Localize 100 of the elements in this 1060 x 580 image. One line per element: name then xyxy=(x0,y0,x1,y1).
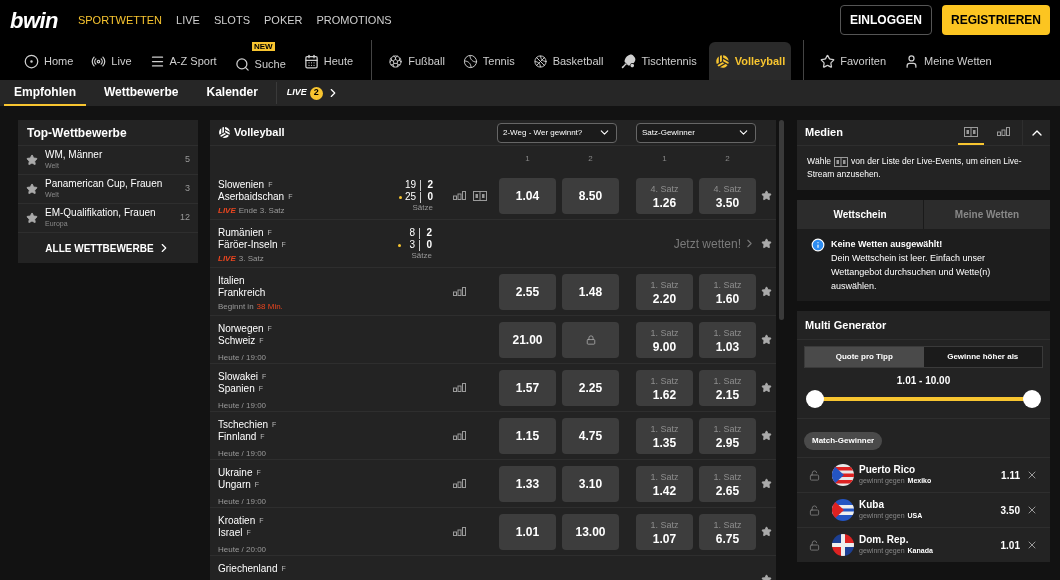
set-odds-button[interactable]: 1. Satz 1.35 xyxy=(636,417,693,454)
star-icon[interactable] xyxy=(26,212,38,224)
set-odds-button[interactable]: 4. Satz 3.50 xyxy=(699,177,756,214)
main-nav-link[interactable]: SPORTWETTEN xyxy=(77,11,163,29)
favorite-star-icon[interactable] xyxy=(760,238,772,249)
sport-nav-tab[interactable]: Favoriten xyxy=(814,42,893,80)
favorite-star-icon[interactable] xyxy=(760,334,772,345)
set-odds-button[interactable]: 1. Satz 2.20 xyxy=(636,273,693,310)
set-odds-button[interactable]: 1. Satz 2.15 xyxy=(699,369,756,406)
event-row[interactable]: Italien Frankreich Beginnt in 38 Min. 2.55 1.48 1. Satz 2.20 1. Satz 1.60 xyxy=(210,268,776,316)
stats-icon[interactable] xyxy=(996,127,1010,136)
sub-nav-tab[interactable]: Empfohlen xyxy=(4,80,86,106)
sport-nav-tab[interactable]: Volleyball xyxy=(708,42,792,80)
remove-icon[interactable] xyxy=(1026,539,1038,551)
betslip-tab[interactable]: Meine Wetten xyxy=(923,200,1050,229)
star-icon[interactable] xyxy=(26,183,38,195)
live-tab[interactable]: LIVE 2 xyxy=(275,82,350,104)
market-select[interactable]: Satz-Gewinner xyxy=(636,122,756,143)
slider-thumb[interactable] xyxy=(1023,390,1041,408)
market-select[interactable]: 2-Weg - Wer gewinnt? xyxy=(497,122,617,143)
favorite-star-icon[interactable] xyxy=(760,286,772,297)
slider-thumb[interactable] xyxy=(806,390,824,408)
team-name: Färöer-Inseln xyxy=(218,239,278,251)
sub-nav-tab[interactable]: Kalender xyxy=(196,80,268,106)
sport-nav-tab[interactable]: Tischtennis xyxy=(615,42,703,80)
favorite-star-icon[interactable] xyxy=(760,382,772,393)
betslip-tab[interactable]: Wettschein xyxy=(797,200,923,229)
remove-icon[interactable] xyxy=(1026,469,1038,481)
logo[interactable]: bwin xyxy=(10,3,58,37)
set-odds-button[interactable]: 1. Satz 9.00 xyxy=(636,321,693,358)
login-button[interactable]: EINLOGGEN xyxy=(839,5,932,35)
odds-button[interactable]: 1.48 xyxy=(562,273,619,310)
set-odds-button[interactable]: 1. Satz 2.95 xyxy=(699,417,756,454)
sport-nav-tab[interactable]: Heute xyxy=(297,42,360,80)
odds-button[interactable]: 1.57 xyxy=(499,369,556,406)
ping-pong-paddle-icon xyxy=(621,53,637,69)
favorite-star-icon[interactable] xyxy=(760,430,772,441)
set-odds-button[interactable]: 1. Satz 1.62 xyxy=(636,369,693,406)
market-chip[interactable]: Match-Gewinner xyxy=(804,432,883,450)
stats-icon[interactable] xyxy=(453,191,466,200)
stats-icon[interactable] xyxy=(453,431,466,440)
stats-icon[interactable] xyxy=(453,527,466,536)
mode-tab[interactable]: Gewinne höher als xyxy=(923,347,1042,367)
set-odds-button[interactable]: 1. Satz 1.07 xyxy=(636,513,693,550)
scoreboard-icon[interactable] xyxy=(473,190,487,201)
odds-button[interactable]: 2.25 xyxy=(562,369,619,406)
flag-icon xyxy=(832,499,854,521)
team-name: Kuba xyxy=(859,499,885,510)
sport-nav-tab[interactable]: Suche xyxy=(228,51,292,80)
set-odds-button[interactable]: 1. Satz 1.03 xyxy=(699,321,756,358)
register-button[interactable]: REGISTRIEREN xyxy=(942,5,1050,35)
sport-nav-tab[interactable]: Live xyxy=(85,42,138,80)
sport-nav-tab[interactable]: Fußball xyxy=(382,42,451,80)
all-competitions-link[interactable]: ALLE WETTBEWERBE xyxy=(18,233,198,263)
sport-nav-tab[interactable]: Tennis xyxy=(456,42,521,80)
set-odds-button[interactable]: 1. Satz 6.75 xyxy=(699,513,756,550)
main-nav-link[interactable]: LIVE xyxy=(176,11,200,29)
odds-button[interactable]: 1.15 xyxy=(499,417,556,454)
odds-button[interactable]: 4.75 xyxy=(562,417,619,454)
unlocked-padlock-icon[interactable] xyxy=(809,539,820,551)
bet-now-link[interactable]: Jetzt wetten! xyxy=(498,234,756,253)
points-score: 25 xyxy=(404,191,416,203)
favorite-star-icon[interactable] xyxy=(760,478,772,489)
start-time: Heute / 19:00 xyxy=(218,401,267,410)
pick-odds: 1.01 xyxy=(1000,538,1020,553)
stats-icon[interactable] xyxy=(453,479,466,488)
odds-button[interactable]: 8.50 xyxy=(562,177,619,214)
stats-icon[interactable] xyxy=(453,383,466,392)
scoreboard-icon[interactable] xyxy=(834,156,849,167)
odds-button[interactable]: 3.10 xyxy=(562,465,619,502)
mode-tab[interactable]: Quote pro Tipp xyxy=(805,347,924,367)
unlocked-padlock-icon[interactable] xyxy=(809,504,820,516)
odds-button[interactable]: 1.01 xyxy=(499,513,556,550)
set-odds-button[interactable]: 4. Satz 1.26 xyxy=(636,177,693,214)
column-label: 2 xyxy=(724,153,731,165)
sport-nav-tab[interactable]: A-Z Sport xyxy=(143,42,223,80)
main-nav-link[interactable]: PROMOTIONS xyxy=(316,11,392,29)
odds-button[interactable]: 2.55 xyxy=(499,273,556,310)
scrollbar[interactable] xyxy=(779,120,784,320)
odds-button[interactable]: 13.00 xyxy=(562,513,619,550)
unlocked-padlock-icon[interactable] xyxy=(809,469,820,481)
star-icon[interactable] xyxy=(26,154,38,166)
main-nav-link[interactable]: POKER xyxy=(264,11,303,29)
sport-nav-tab[interactable]: Basketball xyxy=(526,42,610,80)
scoreboard-icon[interactable] xyxy=(964,126,978,137)
stats-icon[interactable] xyxy=(453,287,466,296)
odds-button[interactable]: 1.33 xyxy=(499,465,556,502)
sport-nav-tab[interactable]: Meine Wetten xyxy=(898,42,998,80)
set-odds-button[interactable]: 1. Satz 2.65 xyxy=(699,465,756,502)
favorite-star-icon[interactable] xyxy=(760,526,772,537)
range-slider[interactable] xyxy=(806,390,1041,408)
favorite-star-icon[interactable] xyxy=(760,190,772,201)
odds-button[interactable]: 21.00 xyxy=(499,321,556,358)
sub-nav-tab[interactable]: Wettbewerbe xyxy=(94,80,189,106)
set-odds-button[interactable]: 1. Satz 1.42 xyxy=(636,465,693,502)
main-nav-link[interactable]: SLOTS xyxy=(213,11,250,29)
set-odds-button[interactable]: 1. Satz 1.60 xyxy=(699,273,756,310)
remove-icon[interactable] xyxy=(1026,504,1038,516)
sport-nav-tab[interactable]: Home xyxy=(18,42,80,80)
odds-button[interactable]: 1.04 xyxy=(499,177,556,214)
